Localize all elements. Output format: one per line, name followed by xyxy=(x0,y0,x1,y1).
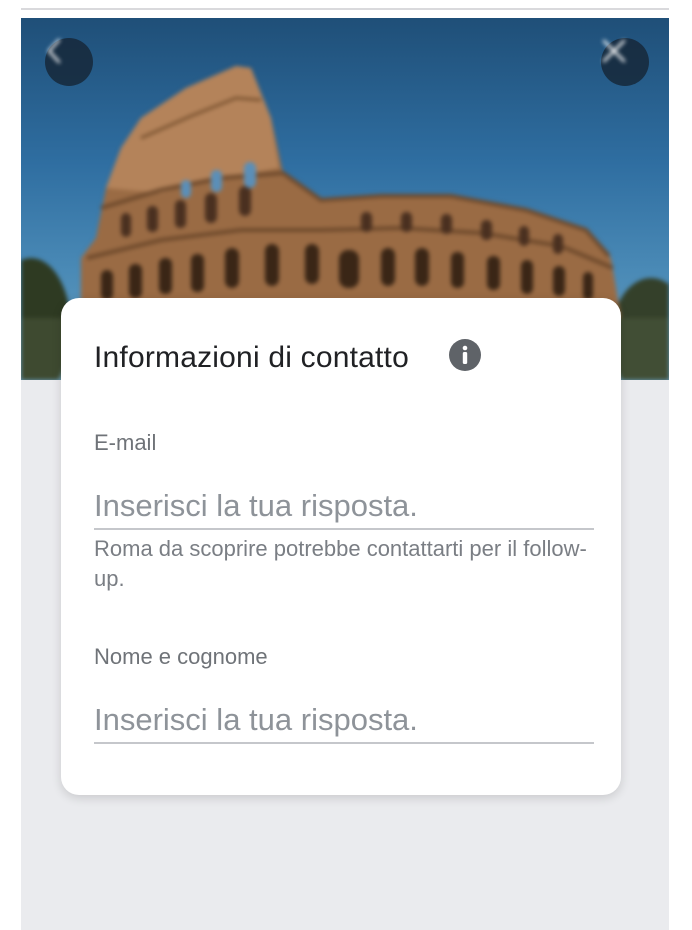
form-container: Informazioni di contatto E-mail Roma da … xyxy=(21,18,669,930)
email-helper-text: Roma da scoprire potrebbe contattarti pe… xyxy=(94,536,587,591)
email-field[interactable] xyxy=(94,484,594,530)
info-icon[interactable] xyxy=(449,339,481,371)
top-divider xyxy=(21,8,669,10)
card-title: Informazioni di contatto xyxy=(94,341,409,374)
contact-info-card: Informazioni di contatto E-mail Roma da … xyxy=(61,298,621,795)
name-label: Nome e cognome xyxy=(94,644,268,669)
chevron-left-icon xyxy=(47,38,61,64)
close-button[interactable] xyxy=(601,38,649,86)
back-button[interactable] xyxy=(45,38,93,86)
email-label: E-mail xyxy=(94,430,157,455)
full-name-field[interactable] xyxy=(94,698,594,744)
close-icon xyxy=(602,39,626,63)
